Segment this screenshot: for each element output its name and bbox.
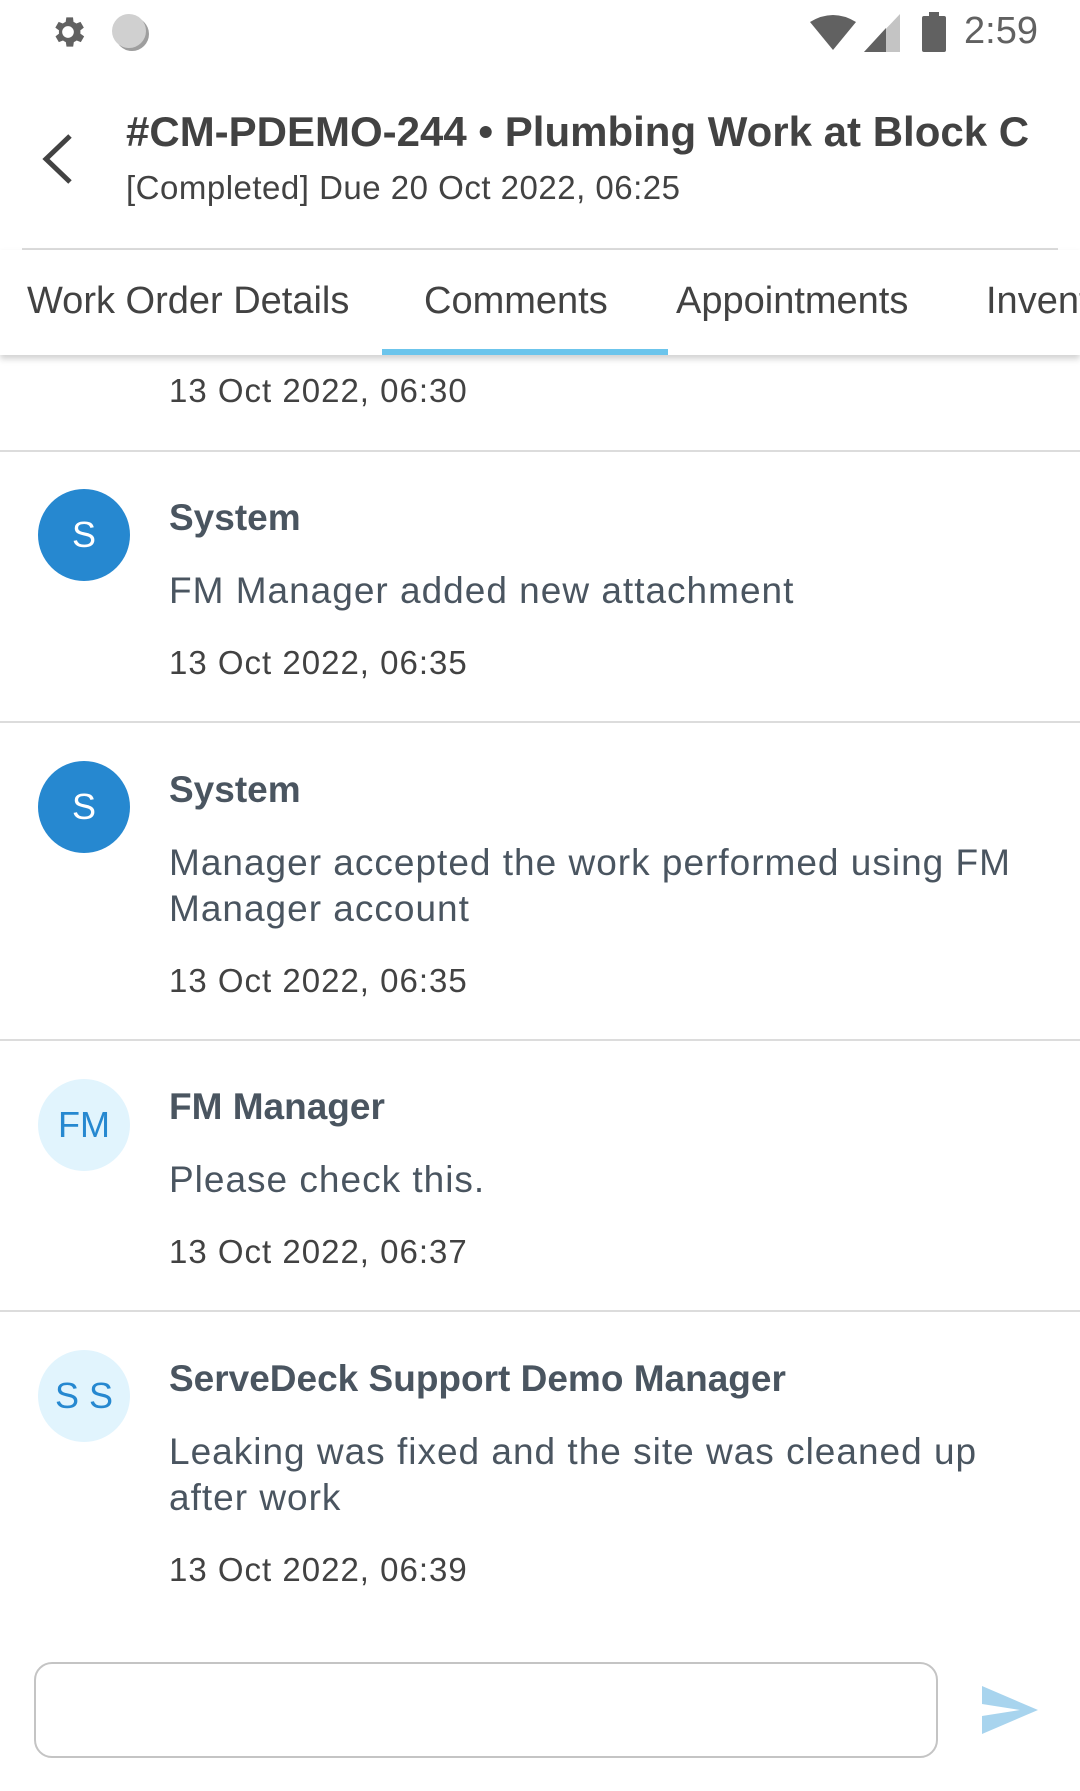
tab-bar: Work Order Details Comments Appointments… xyxy=(0,250,1080,355)
avatar-initials: S S xyxy=(54,1375,114,1416)
page-title: #CM-PDEMO-244 • Plumbing Work at Block C xyxy=(126,108,1030,155)
comment-timestamp: 13 Oct 2022, 06:30 xyxy=(169,372,468,409)
send-icon xyxy=(982,1686,1038,1734)
comment-author: FM Manager xyxy=(169,1086,385,1127)
chevron-left-icon xyxy=(42,134,72,184)
wifi-icon xyxy=(810,15,856,50)
comment-author: System xyxy=(169,769,301,810)
comment-timestamp: 13 Oct 2022, 06:37 xyxy=(169,1233,468,1270)
avatar: S S xyxy=(38,1350,130,1442)
cell-signal-icon xyxy=(864,14,900,52)
divider xyxy=(0,1039,1080,1041)
back-button[interactable] xyxy=(30,124,84,194)
comment-timestamp: 13 Oct 2022, 06:35 xyxy=(169,644,468,681)
comment-author: ServeDeck Support Demo Manager xyxy=(169,1358,786,1399)
avatar: FM xyxy=(38,1079,130,1171)
comment-message: Manager accepted the work performed usin… xyxy=(169,842,1011,929)
comment-timestamp: 13 Oct 2022, 06:39 xyxy=(169,1551,468,1588)
gear-icon xyxy=(55,17,85,47)
divider xyxy=(0,1310,1080,1312)
comment-author: System xyxy=(169,497,301,538)
tab-appointments[interactable]: Appointments xyxy=(676,280,908,323)
tab-inventory[interactable]: Inventory xyxy=(986,280,1080,323)
avatar-initials: S xyxy=(71,786,96,827)
tab-work-order-details[interactable]: Work Order Details xyxy=(27,280,349,323)
app-header: #CM-PDEMO-244 • Plumbing Work at Block C… xyxy=(0,66,1080,249)
status-bar: 2:59 xyxy=(0,0,1080,66)
sync-indicator-icon xyxy=(112,14,146,48)
divider xyxy=(0,721,1080,723)
avatar-initials: S xyxy=(71,514,96,555)
comment-message: FM Manager added new attachment xyxy=(169,570,795,611)
comment-timestamp: 13 Oct 2022, 06:35 xyxy=(169,962,468,999)
clock: 2:59 xyxy=(964,10,1038,52)
comment-input[interactable] xyxy=(34,1662,938,1758)
active-tab-indicator xyxy=(382,349,668,355)
divider xyxy=(0,450,1080,452)
comment-message: Please check this. xyxy=(169,1159,486,1200)
comment-message: Leaking was fixed and the site was clean… xyxy=(169,1431,978,1518)
avatar: S xyxy=(38,489,130,581)
battery-icon xyxy=(922,12,946,52)
avatar-initials: FM xyxy=(58,1104,110,1145)
tab-comments[interactable]: Comments xyxy=(424,280,608,323)
avatar: S xyxy=(38,761,130,853)
send-button[interactable] xyxy=(980,1680,1040,1740)
work-order-status-due: [Completed] Due 20 Oct 2022, 06:25 xyxy=(126,169,681,206)
